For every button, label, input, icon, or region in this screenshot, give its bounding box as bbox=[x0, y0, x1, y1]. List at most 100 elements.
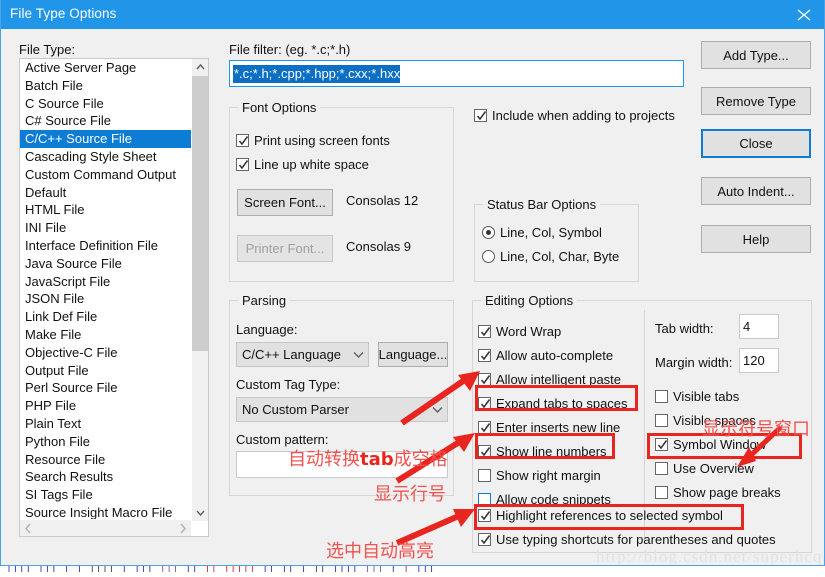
list-item[interactable]: Cascading Style Sheet bbox=[20, 148, 191, 166]
checkbox-symbol-window[interactable]: Symbol Window bbox=[655, 437, 766, 452]
margin-width-value: 120 bbox=[743, 353, 765, 368]
scroll-right-icon[interactable] bbox=[174, 520, 191, 536]
list-item[interactable]: HTML File bbox=[20, 201, 191, 219]
list-item[interactable]: Interface Definition File bbox=[20, 237, 191, 255]
annotation-highlight-references-text: 选中自动高亮 bbox=[326, 541, 434, 562]
checkbox-visible-spaces[interactable]: Visible spaces bbox=[655, 413, 756, 428]
list-item[interactable]: PHP File bbox=[20, 397, 191, 415]
radio-dot bbox=[486, 230, 491, 235]
checkbox-box bbox=[655, 390, 668, 403]
list-item[interactable]: Objective-C File bbox=[20, 344, 191, 362]
remove-type-button[interactable]: Remove Type bbox=[701, 87, 811, 115]
checkbox-allow-code-snippets[interactable]: Allow code snippets bbox=[478, 492, 611, 507]
checkbox-box bbox=[478, 469, 491, 482]
list-item[interactable]: Default bbox=[20, 184, 191, 202]
close-button[interactable]: Close bbox=[701, 129, 811, 158]
checkbox-label: Show page breaks bbox=[673, 485, 781, 500]
file-filter-input[interactable]: *.c;*.h;*.cpp;*.hpp;*.cxx;*.hxx bbox=[229, 60, 684, 87]
custom-pattern-input[interactable] bbox=[236, 451, 448, 478]
list-item[interactable]: Perl Source File bbox=[20, 379, 191, 397]
parsing-title: Parsing bbox=[238, 293, 291, 308]
custom-tag-type-combobox[interactable]: No Custom Parser bbox=[236, 397, 448, 422]
list-item[interactable]: SI Tags File bbox=[20, 486, 191, 504]
list-item[interactable]: Output File bbox=[20, 362, 191, 380]
list-item[interactable]: Active Server Page bbox=[20, 59, 191, 77]
list-item[interactable]: Resource File bbox=[20, 451, 191, 469]
margin-width-label: Margin width: bbox=[655, 355, 733, 370]
tab-width-input[interactable]: 4 bbox=[739, 314, 779, 339]
list-item[interactable]: Link Def File bbox=[20, 308, 191, 326]
list-item[interactable]: C/C++ Source File bbox=[20, 130, 191, 148]
checkbox-enter-inserts-new-line[interactable]: Enter inserts new line bbox=[478, 420, 620, 435]
checkbox-label: Line up white space bbox=[254, 157, 369, 172]
printer-font-value: Consolas 9 bbox=[346, 239, 412, 254]
checkbox-show-page-breaks[interactable]: Show page breaks bbox=[655, 485, 781, 500]
checkbox-label: Use Overview bbox=[673, 461, 754, 476]
auto-indent-button[interactable]: Auto Indent... bbox=[701, 177, 811, 205]
printer-font-button: Printer Font... bbox=[237, 235, 333, 262]
checkbox-box bbox=[236, 134, 249, 147]
file-type-horizontal-scrollbar[interactable] bbox=[20, 519, 191, 536]
list-item[interactable]: C# Source File bbox=[20, 112, 191, 130]
checkbox-use-typing-shortcuts-for-parentheses-and-quotes[interactable]: Use typing shortcuts for parentheses and… bbox=[478, 532, 776, 547]
checkbox-box bbox=[655, 414, 668, 427]
checkbox-allow-intelligent-paste[interactable]: Allow intelligent paste bbox=[478, 372, 621, 387]
checkbox-word-wrap[interactable]: Word Wrap bbox=[478, 324, 561, 339]
checkbox-label: Allow auto-complete bbox=[496, 348, 614, 363]
list-item[interactable]: Plain Text bbox=[20, 415, 191, 433]
list-item[interactable]: JavaScript File bbox=[20, 273, 191, 291]
list-item[interactable]: Java Source File bbox=[20, 255, 191, 273]
tab-width-label: Tab width: bbox=[655, 321, 714, 336]
close-icon[interactable] bbox=[781, 0, 824, 29]
checkbox-box bbox=[478, 397, 491, 410]
checkbox-highlight-references-to-selected-symbol[interactable]: Highlight references to selected symbol bbox=[478, 508, 723, 523]
checkbox-use-overview[interactable]: Use Overview bbox=[655, 461, 754, 476]
file-type-listbox[interactable]: Active Server Page Batch File C Source Fil… bbox=[19, 58, 209, 537]
radio-line-col-char-byte[interactable]: Line, Col, Char, Byte bbox=[482, 249, 619, 264]
checkbox-box bbox=[478, 421, 491, 434]
checkbox-line-up-white-space[interactable]: Line up white space bbox=[236, 157, 369, 172]
radio-label: Line, Col, Symbol bbox=[500, 225, 602, 240]
checkbox-include-when-adding-to-projects[interactable]: Include when adding to projects bbox=[474, 108, 675, 123]
list-item[interactable]: Batch File bbox=[20, 77, 191, 95]
language-button[interactable]: Language... bbox=[378, 342, 448, 367]
list-item[interactable]: INI File bbox=[20, 219, 191, 237]
checkbox-box bbox=[478, 509, 491, 522]
radio-line-col-symbol[interactable]: Line, Col, Symbol bbox=[482, 225, 602, 240]
language-combobox[interactable]: C/C++ Language bbox=[236, 342, 369, 367]
list-item[interactable]: C Source File bbox=[20, 95, 191, 113]
checkbox-show-line-numbers[interactable]: Show line numbers bbox=[478, 444, 607, 459]
radio-circle bbox=[482, 250, 495, 263]
radio-label: Line, Col, Char, Byte bbox=[500, 249, 620, 264]
checkbox-print-using-screen-fonts[interactable]: Print using screen fonts bbox=[236, 133, 390, 148]
list-item[interactable]: Python File bbox=[20, 433, 191, 451]
checkbox-box bbox=[478, 325, 491, 338]
checkbox-label: Symbol Window bbox=[673, 437, 767, 452]
checkbox-visible-tabs[interactable]: Visible tabs bbox=[655, 389, 739, 404]
background-code-text: |||| ||| | | |||| | ||| ||| || || ||||| … bbox=[6, 566, 436, 574]
scroll-down-icon[interactable] bbox=[192, 504, 208, 521]
list-item[interactable]: Custom Command Output bbox=[20, 166, 191, 184]
checkbox-label: Allow intelligent paste bbox=[496, 372, 622, 387]
list-item[interactable]: Search Results bbox=[20, 468, 191, 486]
custom-tag-type-value: No Custom Parser bbox=[242, 402, 349, 417]
checkbox-show-right-margin[interactable]: Show right margin bbox=[478, 468, 601, 483]
checkbox-box bbox=[655, 462, 668, 475]
screen-font-button[interactable]: Screen Font... bbox=[237, 189, 333, 216]
margin-width-input[interactable]: 120 bbox=[739, 348, 779, 373]
list-item[interactable]: JSON File bbox=[20, 290, 191, 308]
vertical-scroll-thumb[interactable] bbox=[192, 76, 208, 351]
checkbox-box bbox=[478, 445, 491, 458]
help-button[interactable]: Help bbox=[701, 225, 811, 253]
scroll-up-icon[interactable] bbox=[192, 59, 208, 76]
checkbox-label: Word Wrap bbox=[496, 324, 562, 339]
arrow-to-highlight-references bbox=[395, 509, 475, 546]
radio-circle bbox=[482, 226, 495, 239]
checkbox-label: Print using screen fonts bbox=[254, 133, 390, 148]
list-item[interactable]: Make File bbox=[20, 326, 191, 344]
checkbox-allow-auto-complete[interactable]: Allow auto-complete bbox=[478, 348, 613, 363]
add-type-button[interactable]: Add Type... bbox=[701, 41, 811, 69]
file-type-vertical-scrollbar[interactable] bbox=[191, 59, 208, 521]
scroll-left-icon[interactable] bbox=[20, 520, 37, 536]
checkbox-expand-tabs-to-spaces[interactable]: Expand tabs to spaces bbox=[478, 396, 628, 411]
